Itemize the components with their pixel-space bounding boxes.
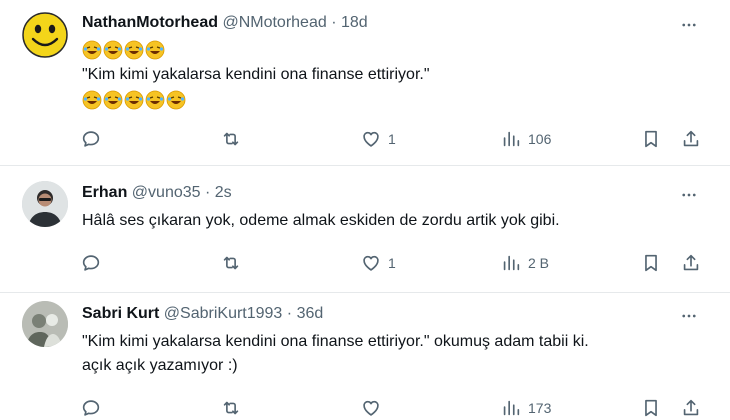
tweet-header: NathanMotorhead @NMotorhead · 18d: [82, 14, 368, 32]
rofl-emoji-icon: [82, 90, 102, 110]
like-button[interactable]: 1: [360, 128, 396, 150]
timestamp[interactable]: 18d: [341, 14, 368, 31]
views-button[interactable]: 106: [500, 128, 551, 150]
separator-dot: ·: [286, 305, 293, 322]
retweet-icon: [223, 401, 239, 415]
rofl-emoji-icon: [124, 90, 144, 110]
profile-photo: [22, 301, 68, 347]
views-count: 2 B: [528, 255, 550, 271]
author-name[interactable]: Erhan: [82, 184, 127, 201]
tweet-2[interactable]: Erhan @vuno35 · 2s Hâlâ ses çıkaran yok,…: [0, 166, 730, 292]
views-count: 173: [528, 400, 552, 416]
share-icon[interactable]: [680, 128, 702, 150]
tweet-text-line-1: "Kim kimi yakalarsa kendini ona finanse …: [82, 333, 589, 350]
more-icon[interactable]: [680, 186, 698, 204]
rofl-emoji-icon: [103, 40, 123, 60]
avatar[interactable]: [22, 301, 68, 347]
author-name[interactable]: Sabri Kurt: [82, 305, 159, 322]
retweet-button[interactable]: [220, 397, 248, 419]
tweet-3[interactable]: Sabri Kurt @SabriKurt1993 · 36d "Kim kim…: [0, 293, 730, 420]
avatar[interactable]: [22, 181, 68, 227]
bookmark-icon[interactable]: [640, 397, 662, 419]
views-icon: [503, 131, 520, 147]
retweet-icon: [223, 256, 239, 270]
views-count: 106: [528, 131, 552, 147]
views-button[interactable]: 173: [500, 397, 551, 419]
views-icon: [503, 255, 520, 271]
heart-icon: [363, 131, 379, 147]
reply-button[interactable]: [80, 252, 108, 274]
profile-photo: [22, 181, 68, 227]
separator-dot: ·: [204, 184, 211, 201]
like-button[interactable]: [360, 397, 388, 419]
like-count: 1: [388, 255, 396, 271]
reply-button[interactable]: [80, 128, 108, 150]
separator-dot: ·: [331, 14, 337, 31]
views-icon: [503, 400, 520, 416]
timestamp[interactable]: 36d: [297, 305, 324, 322]
author-handle[interactable]: @SabriKurt1993: [164, 305, 283, 322]
share-icon[interactable]: [680, 252, 702, 274]
more-icon[interactable]: [680, 16, 698, 34]
views-button[interactable]: 2 B: [500, 252, 549, 274]
share-icon[interactable]: [680, 397, 702, 419]
rofl-emoji-icon: [145, 40, 165, 60]
reply-button[interactable]: [80, 397, 108, 419]
retweet-button[interactable]: [220, 252, 248, 274]
rofl-emoji-icon: [82, 40, 102, 60]
author-name[interactable]: NathanMotorhead: [82, 14, 218, 31]
timestamp[interactable]: 2s: [215, 184, 232, 201]
heart-icon: [363, 400, 379, 416]
bookmark-icon[interactable]: [640, 128, 662, 150]
avatar[interactable]: [22, 12, 68, 58]
rofl-emoji-icon: [145, 90, 165, 110]
bookmark-icon[interactable]: [640, 252, 662, 274]
more-icon[interactable]: [680, 307, 698, 325]
emoji-row: [82, 40, 165, 60]
reply-icon: [82, 255, 100, 271]
tweet-text-line-2: açık açık yazamıyor :): [82, 357, 238, 374]
author-handle[interactable]: @NMotorhead: [222, 14, 326, 31]
tweet-1[interactable]: NathanMotorhead @NMotorhead · 18d "Kim k…: [0, 0, 730, 165]
rofl-emoji-icon: [103, 90, 123, 110]
smiley-avatar-image: [22, 12, 68, 58]
tweet-header: Erhan @vuno35 · 2s: [82, 184, 232, 202]
like-count: 1: [388, 131, 396, 147]
tweet-text: "Kim kimi yakalarsa kendini ona finanse …: [82, 66, 430, 83]
emoji-row: [82, 90, 186, 110]
reply-icon: [82, 400, 100, 416]
retweet-button[interactable]: [220, 128, 248, 150]
rofl-emoji-icon: [124, 40, 144, 60]
retweet-icon: [223, 132, 239, 146]
rofl-emoji-icon: [166, 90, 186, 110]
reply-icon: [82, 131, 100, 147]
like-button[interactable]: 1: [360, 252, 396, 274]
heart-icon: [363, 255, 379, 271]
author-handle[interactable]: @vuno35: [132, 184, 201, 201]
tweet-header: Sabri Kurt @SabriKurt1993 · 36d: [82, 305, 323, 323]
tweet-text: Hâlâ ses çıkaran yok, odeme almak eskide…: [82, 212, 560, 229]
